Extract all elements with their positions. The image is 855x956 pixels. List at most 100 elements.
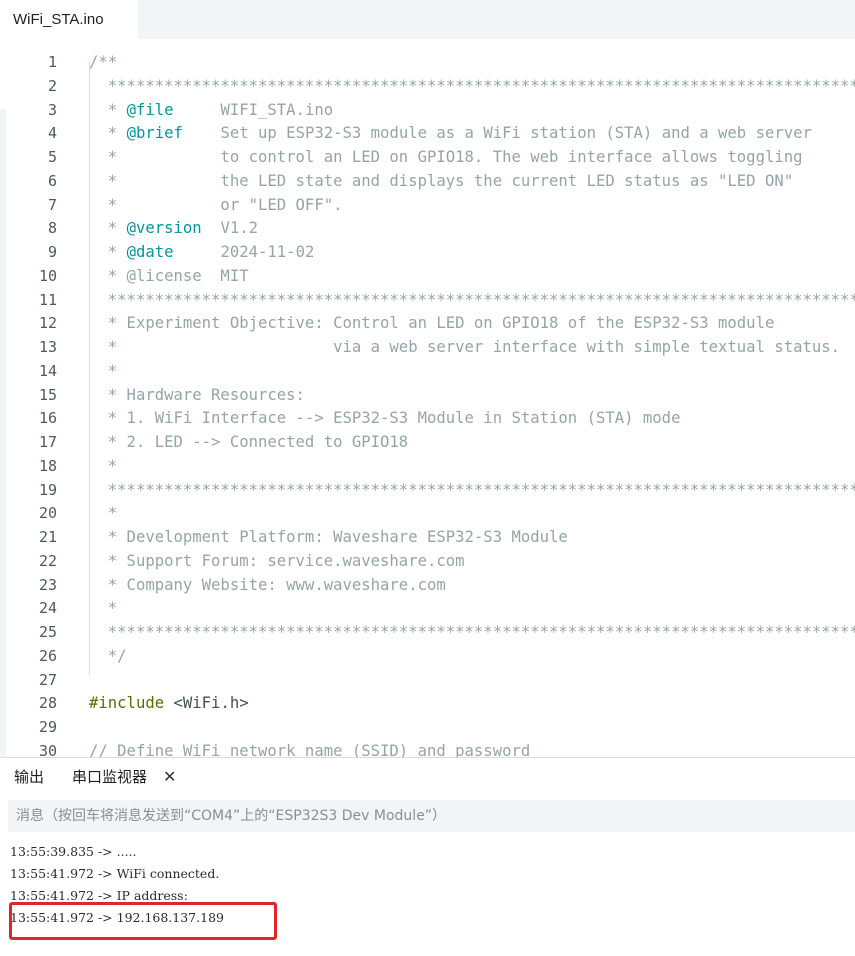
line-number: 10 — [38, 266, 57, 285]
line-number: 1 — [47, 53, 57, 71]
line-number: 17 — [38, 433, 57, 451]
token-comment: * Hardware Resources: — [89, 385, 305, 404]
code-text: * @date 2024-11-02 — [89, 240, 315, 264]
token-comment: * @license MIT — [89, 266, 249, 285]
serial-message-input[interactable]: 消息（按回车将消息发送到“COM4”上的“ESP32S3 Dev Module”… — [8, 800, 855, 832]
token-comment: ****************************************… — [107, 290, 855, 309]
line-number: 6 — [47, 171, 57, 190]
token-comment: * Experiment Objective: Control an LED o… — [89, 314, 775, 333]
line-number: 26 — [38, 646, 57, 665]
token-comment: * — [89, 100, 127, 119]
line-number: 2 — [47, 76, 57, 95]
code-text: * to control an LED on GPIO18. The web i… — [89, 145, 803, 169]
code-text: * 2. LED --> Connected to GPIO18 — [89, 430, 408, 454]
code-line: 4 * @brief Set up ESP32-S3 module as a W… — [0, 121, 855, 145]
code-line: 30 // Define WiFi network name (SSID) and… — [0, 739, 855, 757]
token-comment: WIFI_STA.ino — [173, 100, 334, 119]
code-text: * Support Forum: service.waveshare.com — [89, 549, 465, 573]
code-text: * — [89, 454, 117, 478]
tab-serial-monitor[interactable]: 串口监视器 — [72, 758, 147, 796]
line-number: 9 — [47, 243, 57, 261]
code-text: * Development Platform: Waveshare ESP32-… — [89, 525, 568, 549]
code-line: 11 *************************************… — [0, 288, 855, 312]
code-text: // Define WiFi network name (SSID) and p… — [89, 739, 530, 757]
code-line: 24 * — [0, 596, 855, 620]
line-number: 22 — [38, 551, 57, 570]
line-number: 25 — [38, 623, 57, 641]
serial-line: 13:55:39.835 -> ..... — [10, 844, 137, 859]
code-text: * the LED state and displays the current… — [89, 169, 793, 193]
token-comment: * via a web server interface with simple… — [89, 338, 841, 356]
code-line: 10 * @license MIT — [0, 264, 855, 288]
line-number: 15 — [38, 385, 57, 404]
line-number: 28 — [38, 694, 57, 713]
line-number: 20 — [38, 504, 57, 523]
token-comment: * — [89, 124, 127, 143]
code-line: 20 * — [0, 501, 855, 525]
code-line: 25 *************************************… — [0, 620, 855, 644]
code-text: * @brief Set up ESP32-S3 module as a WiF… — [89, 121, 812, 145]
line-number: 12 — [38, 314, 57, 333]
ip-address-highlight — [9, 902, 277, 940]
code-line: 5 * to control an LED on GPIO18. The web… — [0, 145, 855, 169]
line-number: 7 — [47, 195, 57, 214]
code-line: 6 * the LED state and displays the curre… — [0, 169, 855, 193]
code-text: * Experiment Objective: Control an LED o… — [89, 311, 775, 335]
code-text: * @version V1.2 — [89, 216, 258, 240]
line-number: 8 — [47, 219, 57, 238]
line-number: 29 — [38, 718, 57, 736]
line-number: 18 — [38, 456, 57, 475]
code-text: * via a web server interface with simple… — [89, 335, 840, 359]
code-line: 8 * @version V1.2 — [0, 216, 855, 240]
token-comment: // Define WiFi network name (SSID) and p… — [89, 741, 531, 757]
line-number: 27 — [38, 670, 57, 689]
code-text: * Company Website: www.waveshare.com — [89, 573, 446, 597]
code-text: ****************************************… — [89, 288, 855, 312]
line-number: 3 — [47, 100, 57, 119]
code-line: 16 * 1. WiFi Interface --> ESP32-S3 Modu… — [0, 406, 855, 430]
tab-bar-empty-area — [138, 0, 855, 39]
code-text: * @license MIT — [89, 264, 249, 288]
line-number: 13 — [38, 338, 57, 356]
token-comment: * 1. WiFi Interface --> ESP32-S3 Module … — [89, 409, 681, 428]
token-tag: @date — [126, 243, 174, 261]
token-tag: @brief — [126, 124, 183, 143]
code-text: * — [89, 359, 117, 383]
token-comment: * — [89, 243, 127, 261]
tab-wifi-sta-ino[interactable]: WiFi_STA.ino — [0, 0, 138, 39]
code-line: 13 * via a web server interface with sim… — [0, 335, 855, 359]
code-text: */ — [89, 644, 127, 668]
code-line: 17 * 2. LED --> Connected to GPIO18 — [0, 430, 855, 454]
code-text: #include <WiFi.h> — [89, 691, 249, 715]
token-comment: * — [89, 456, 118, 475]
tab-output[interactable]: 输出 — [14, 758, 44, 796]
code-line: 19 *************************************… — [0, 478, 855, 502]
line-number: 30 — [38, 741, 57, 757]
close-icon[interactable]: ✕ — [163, 758, 176, 796]
line-number: 5 — [47, 148, 57, 166]
token-comment: * Company Website: www.waveshare.com — [89, 575, 446, 594]
code-line: 18 * — [0, 454, 855, 478]
code-line: 21 * Development Platform: Waveshare ESP… — [0, 525, 855, 549]
code-line: 2 **************************************… — [0, 74, 855, 98]
code-editor[interactable]: 1/** 2 **********************************… — [0, 39, 855, 757]
code-line: 14 * — [0, 359, 855, 383]
line-number: 16 — [38, 409, 57, 428]
line-number: 21 — [38, 528, 57, 546]
token-tag: @file — [126, 100, 174, 119]
line-number: 4 — [47, 124, 57, 143]
line-number: 14 — [38, 361, 57, 380]
token-comment: */ — [89, 646, 127, 665]
code-line: 1 /** — [0, 50, 855, 74]
line-number: 23 — [38, 575, 57, 594]
code-line: 15 * Hardware Resources: — [0, 383, 855, 407]
code-text: * — [89, 501, 117, 525]
token-comment: V1.2 — [201, 219, 259, 238]
serial-line: 13:55:41.972 -> WiFi connected. — [10, 866, 220, 881]
token-tag: @version — [126, 219, 202, 238]
token-comment: ****************************************… — [107, 623, 855, 641]
message-placeholder: 消息（按回车将消息发送到“COM4”上的“ESP32S3 Dev Module”… — [16, 808, 447, 824]
code-text: * 1. WiFi Interface --> ESP32-S3 Module … — [89, 406, 681, 430]
token-comment: * Development Platform: Waveshare ESP32-… — [89, 528, 568, 546]
token-comment: * Support Forum: service.waveshare.com — [89, 551, 465, 570]
